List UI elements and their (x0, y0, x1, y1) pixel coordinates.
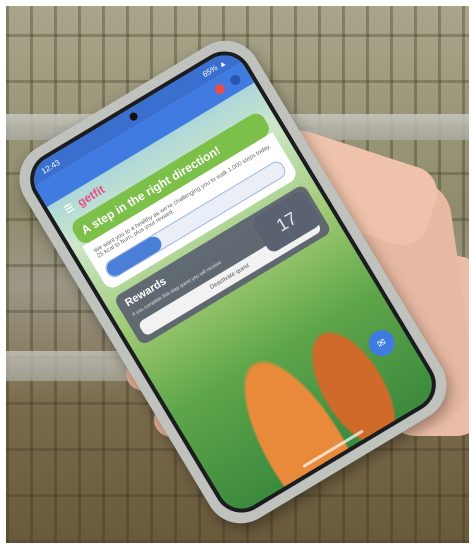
home-indicator[interactable] (302, 429, 364, 469)
menu-icon[interactable]: ☰ (63, 202, 76, 216)
notification-icon[interactable] (212, 82, 227, 97)
fab-chat-icon[interactable]: ✉ (363, 325, 400, 361)
profile-icon[interactable] (228, 73, 243, 87)
photo-background: 12:43 65% ▲ ☰ getfit A step in the right… (6, 6, 469, 543)
